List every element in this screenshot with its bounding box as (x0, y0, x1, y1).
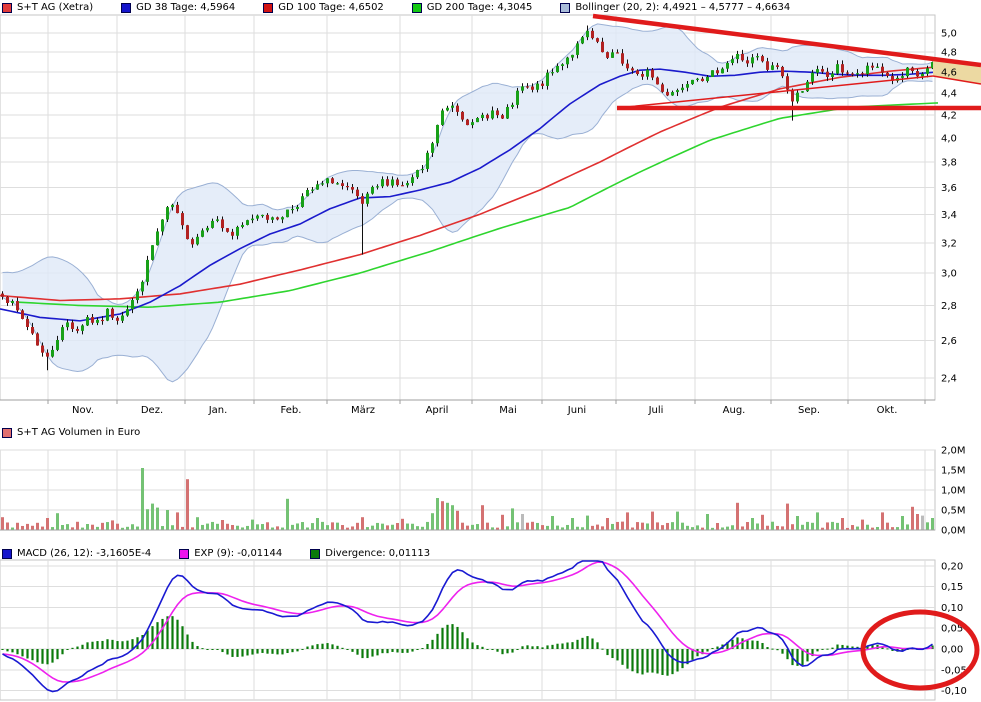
month-label: Jan. (208, 405, 228, 416)
price-y-tick-label: 3,2 (941, 238, 957, 249)
month-label: Juni (567, 405, 586, 416)
month-label: Okt. (877, 405, 898, 416)
month-label: Mai (499, 405, 517, 416)
month-label: Juli (648, 405, 664, 416)
bollinger-band (3, 24, 933, 382)
volume-y-tick-label: 1,5M (941, 466, 966, 477)
price-y-tick-label: 3,8 (941, 157, 957, 168)
legend-label: EXP (9): -0,01144 (194, 548, 282, 560)
month-label: März (351, 405, 375, 416)
macd-line (3, 561, 933, 692)
volume-y-tick-label: 1,0M (941, 486, 966, 497)
legend-label: MACD (26, 12): -3,1605E-4 (17, 548, 151, 560)
macd-y-tick-label: 0,20 (941, 561, 963, 572)
legend-item: S+T AG Volumen in Euro (2, 427, 140, 439)
volume-y-tick-label: 2,0M (941, 446, 966, 457)
macd-legend: MACD (26, 12): -3,1605E-4 EXP (9): -0,011… (2, 548, 458, 560)
volume-plot[interactable]: 2,0M 1,5M 1,0M 0,5M 0,0M (0, 446, 966, 537)
legend-swatch-icon (179, 549, 189, 559)
month-label: April (426, 405, 449, 416)
legend-item: EXP (9): -0,01144 (179, 548, 282, 560)
macd-y-tick-label: 0,10 (941, 603, 963, 614)
month-label: Dez. (141, 405, 163, 416)
price-y-tick-label: 4,0 (941, 133, 957, 144)
legend-item: Divergence: 0,01113 (310, 548, 430, 560)
legend-swatch-icon (2, 549, 12, 559)
price-y-tick-label: 5,0 (941, 29, 957, 40)
month-label: Sep. (798, 405, 820, 416)
stock-chart-page: S+T AG (Xetra)GD 38 Tage: 4,5964GD 100 T… (0, 0, 981, 702)
price-plot[interactable]: 5,0 4,8 4,6 4,4 4,2 4,0 3,8 3,6 3,4 3,2 3,0 2,8 2,6 2… (0, 15, 981, 416)
volume-legend: S+T AG Volumen in Euro (2, 427, 168, 439)
chart-canvas[interactable]: 5,0 4,8 4,6 4,4 4,2 4,0 3,8 3,6 3,4 3,2 3,0 2,8 2,6 2… (0, 0, 981, 702)
macd-y-tick-label: 0,00 (941, 645, 963, 656)
legend-label: S+T AG Volumen in Euro (17, 427, 140, 439)
legend-swatch-icon (2, 428, 12, 438)
price-y-tick-label: 4,8 (941, 48, 957, 59)
macd-y-tick-label: 0,15 (941, 582, 963, 593)
legend-item: MACD (26, 12): -3,1605E-4 (2, 548, 151, 560)
month-label: Aug. (723, 405, 746, 416)
price-y-tick-label: 3,4 (941, 210, 957, 221)
price-y-tick-label: 2,8 (941, 301, 957, 312)
price-y-tick-label: 2,6 (941, 336, 957, 347)
legend-label: Divergence: 0,01113 (325, 548, 430, 560)
divergence-histogram (1, 616, 933, 676)
price-y-tick-label: 4,6 (941, 68, 957, 79)
month-label: Feb. (281, 405, 302, 416)
price-y-tick-label: 3,6 (941, 183, 957, 194)
macd-plot[interactable]: 0,200,150,100,050,00-0,05-0,10 (0, 560, 977, 700)
price-y-tick-label: 3,0 (941, 269, 957, 280)
volume-bars (1, 468, 934, 530)
volume-y-tick-label: 0,5M (941, 506, 966, 517)
volume-y-tick-label: 0,0M (941, 526, 966, 537)
month-label: Nov. (72, 405, 94, 416)
legend-swatch-icon (310, 549, 320, 559)
price-y-tick-label: 4,4 (941, 89, 957, 100)
price-y-tick-label: 4,2 (941, 110, 957, 121)
price-y-tick-label: 2,4 (941, 373, 957, 384)
macd-y-tick-label: -0,10 (941, 686, 967, 697)
